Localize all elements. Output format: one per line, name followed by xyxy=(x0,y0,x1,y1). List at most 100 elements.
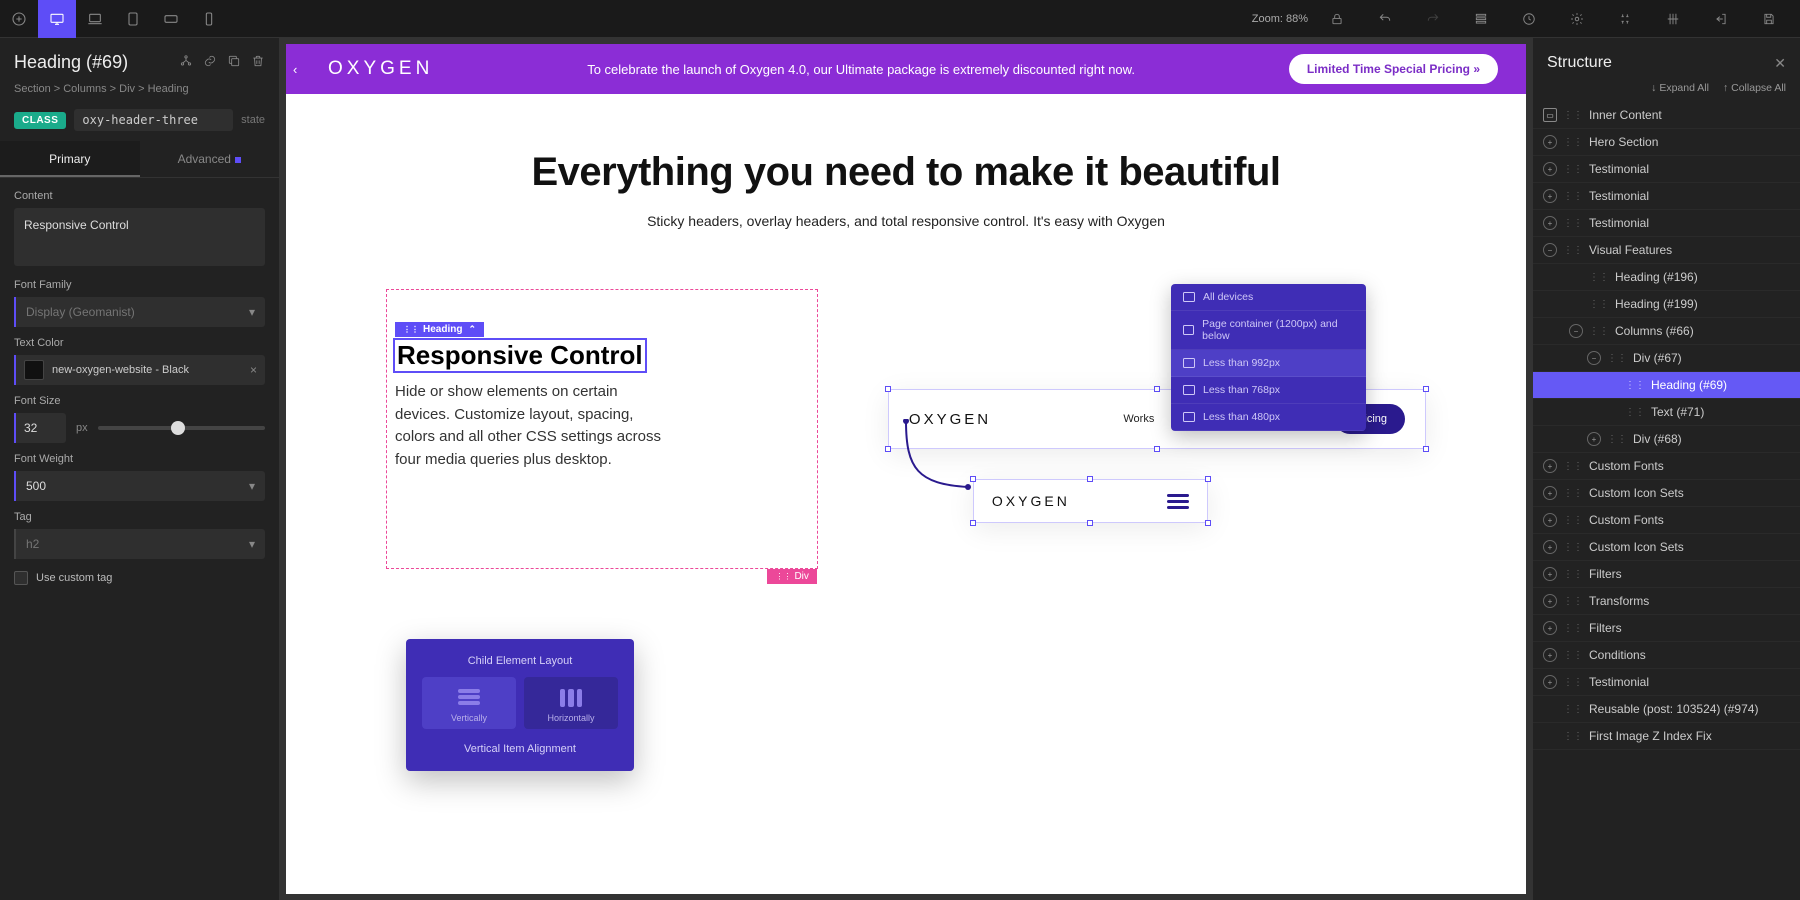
tree-item[interactable]: +⋮⋮Custom Fonts xyxy=(1533,507,1800,534)
expand-icon[interactable]: + xyxy=(1543,567,1557,581)
drag-handle-icon[interactable]: ⋮⋮ xyxy=(1625,407,1645,418)
tree-item[interactable]: +⋮⋮Transforms xyxy=(1533,588,1800,615)
tree-item[interactable]: +⋮⋮Custom Icon Sets xyxy=(1533,480,1800,507)
tree-item[interactable]: +⋮⋮Testimonial xyxy=(1533,183,1800,210)
expand-icon[interactable]: + xyxy=(1543,513,1557,527)
font-family-select[interactable] xyxy=(14,297,265,327)
div-badge[interactable]: Div xyxy=(767,569,816,584)
tree-item[interactable]: −⋮⋮Div (#67) xyxy=(1533,345,1800,372)
drag-handle-icon[interactable]: ⋮⋮ xyxy=(1589,272,1609,283)
tree-item[interactable]: ⋮⋮Heading (#199) xyxy=(1533,291,1800,318)
drag-handle-icon[interactable]: ⋮⋮ xyxy=(1563,110,1583,121)
drag-handle-icon[interactable]: ⋮⋮ xyxy=(1563,461,1583,472)
tree-item[interactable]: +⋮⋮Conditions xyxy=(1533,642,1800,669)
expand-icon[interactable]: + xyxy=(1543,675,1557,689)
code-icon[interactable] xyxy=(1606,0,1644,38)
tree-item[interactable]: +⋮⋮Custom Fonts xyxy=(1533,453,1800,480)
banner-collapse-icon[interactable]: ‹ xyxy=(293,62,297,77)
device-option[interactable]: Page container (1200px) and below xyxy=(1171,311,1366,350)
text-color-input[interactable]: new-oxygen-website - Black × xyxy=(14,355,265,385)
drag-handle-icon[interactable]: ⋮⋮ xyxy=(1563,704,1583,715)
tree-item[interactable]: ⋮⋮Heading (#196) xyxy=(1533,264,1800,291)
tree-item[interactable]: −⋮⋮Columns (#66) xyxy=(1533,318,1800,345)
layout-vertical-option[interactable]: Vertically xyxy=(422,677,516,729)
close-panel-icon[interactable]: ✕ xyxy=(1774,55,1786,72)
tree-item[interactable]: −⋮⋮Visual Features xyxy=(1533,237,1800,264)
drag-handle-icon[interactable]: ⋮⋮ xyxy=(1563,542,1583,553)
drag-handle-icon[interactable]: ⋮⋮ xyxy=(1563,596,1583,607)
mobile-view-button[interactable] xyxy=(190,0,228,38)
exit-icon[interactable] xyxy=(1702,0,1740,38)
drag-handle-icon[interactable]: ⋮⋮ xyxy=(1563,245,1583,256)
collapse-all-button[interactable]: ↑ Collapse All xyxy=(1723,82,1786,94)
selected-heading[interactable]: Heading Responsive Control xyxy=(395,340,645,371)
device-option[interactable]: All devices xyxy=(1171,284,1366,311)
tree-item[interactable]: +⋮⋮Testimonial xyxy=(1533,210,1800,237)
state-selector[interactable]: state xyxy=(241,114,265,126)
font-size-slider[interactable] xyxy=(98,418,265,438)
save-icon[interactable] xyxy=(1750,0,1788,38)
custom-tag-checkbox[interactable] xyxy=(14,571,28,585)
breadcrumb[interactable]: Section > Columns > Div > Heading xyxy=(0,83,279,103)
clear-color-icon[interactable]: × xyxy=(250,363,257,377)
expand-icon[interactable]: + xyxy=(1587,432,1601,446)
font-weight-select[interactable] xyxy=(14,471,265,501)
page-title[interactable]: Everything you need to make it beautiful xyxy=(336,150,1476,195)
drag-handle-icon[interactable]: ⋮⋮ xyxy=(1563,731,1583,742)
expand-icon[interactable]: + xyxy=(1543,189,1557,203)
drag-handle-icon[interactable]: ⋮⋮ xyxy=(1563,677,1583,688)
grid-icon[interactable] xyxy=(1654,0,1692,38)
tree-item[interactable]: +⋮⋮Custom Icon Sets xyxy=(1533,534,1800,561)
drag-handle-icon[interactable]: ⋮⋮ xyxy=(1563,191,1583,202)
mobile-landscape-view-button[interactable] xyxy=(152,0,190,38)
tree-icon[interactable] xyxy=(179,54,193,71)
structure-icon[interactable] xyxy=(1462,0,1500,38)
tab-advanced[interactable]: Advanced xyxy=(140,141,280,177)
editor-canvas[interactable]: ‹ OXYGEN To celebrate the launch of Oxyg… xyxy=(280,38,1532,900)
feature-text[interactable]: Hide or show elements on certain devices… xyxy=(395,381,675,471)
collapse-icon[interactable]: − xyxy=(1543,243,1557,257)
settings-icon[interactable] xyxy=(1558,0,1596,38)
desktop-view-button[interactable] xyxy=(38,0,76,38)
class-selector[interactable]: oxy-header-three xyxy=(74,109,233,131)
delete-icon[interactable] xyxy=(251,54,265,71)
tree-item[interactable]: +⋮⋮Filters xyxy=(1533,561,1800,588)
banner-cta-button[interactable]: Limited Time Special Pricing » xyxy=(1289,54,1498,84)
tree-item[interactable]: +⋮⋮Testimonial xyxy=(1533,156,1800,183)
tree-item[interactable]: ⋮⋮Reusable (post: 103524) (#974) xyxy=(1533,696,1800,723)
drag-handle-icon[interactable]: ⋮⋮ xyxy=(1563,623,1583,634)
drag-handle-icon[interactable]: ⋮⋮ xyxy=(1563,515,1583,526)
copy-icon[interactable] xyxy=(227,54,241,71)
add-element-button[interactable] xyxy=(0,0,38,38)
tree-item[interactable]: ▭⋮⋮Inner Content xyxy=(1533,102,1800,129)
drag-handle-icon[interactable]: ⋮⋮ xyxy=(1563,569,1583,580)
font-size-input[interactable] xyxy=(14,413,66,443)
tag-select[interactable] xyxy=(14,529,265,559)
tree-item[interactable]: +⋮⋮Filters xyxy=(1533,615,1800,642)
tree-item[interactable]: +⋮⋮Testimonial xyxy=(1533,669,1800,696)
expand-icon[interactable]: + xyxy=(1543,621,1557,635)
selected-div-outline[interactable]: Heading Responsive Control Hide or show … xyxy=(386,289,818,569)
drag-handle-icon[interactable]: ⋮⋮ xyxy=(1563,488,1583,499)
drag-handle-icon[interactable]: ⋮⋮ xyxy=(1563,164,1583,175)
link-icon[interactable] xyxy=(203,54,217,71)
drag-handle-icon[interactable]: ⋮⋮ xyxy=(1625,380,1645,391)
laptop-view-button[interactable] xyxy=(76,0,114,38)
undo-button[interactable] xyxy=(1366,0,1404,38)
expand-icon[interactable]: + xyxy=(1543,486,1557,500)
drag-handle-icon[interactable]: ⋮⋮ xyxy=(1563,218,1583,229)
tree-item[interactable]: ⋮⋮Heading (#69) xyxy=(1533,372,1800,399)
device-option[interactable]: Less than 992px xyxy=(1171,350,1366,377)
device-option[interactable]: Less than 768px xyxy=(1171,377,1366,404)
tree-item[interactable]: +⋮⋮Hero Section xyxy=(1533,129,1800,156)
collapse-icon[interactable]: − xyxy=(1587,351,1601,365)
collapse-icon[interactable]: − xyxy=(1569,324,1583,338)
expand-icon[interactable]: + xyxy=(1543,162,1557,176)
drag-handle-icon[interactable]: ⋮⋮ xyxy=(1607,434,1627,445)
zoom-label[interactable]: Zoom: 88% xyxy=(1252,13,1308,25)
device-option[interactable]: Less than 480px xyxy=(1171,404,1366,431)
expand-all-button[interactable]: ↓ Expand All xyxy=(1651,82,1709,94)
drag-handle-icon[interactable]: ⋮⋮ xyxy=(1589,326,1609,337)
history-icon[interactable] xyxy=(1510,0,1548,38)
expand-icon[interactable]: + xyxy=(1543,594,1557,608)
